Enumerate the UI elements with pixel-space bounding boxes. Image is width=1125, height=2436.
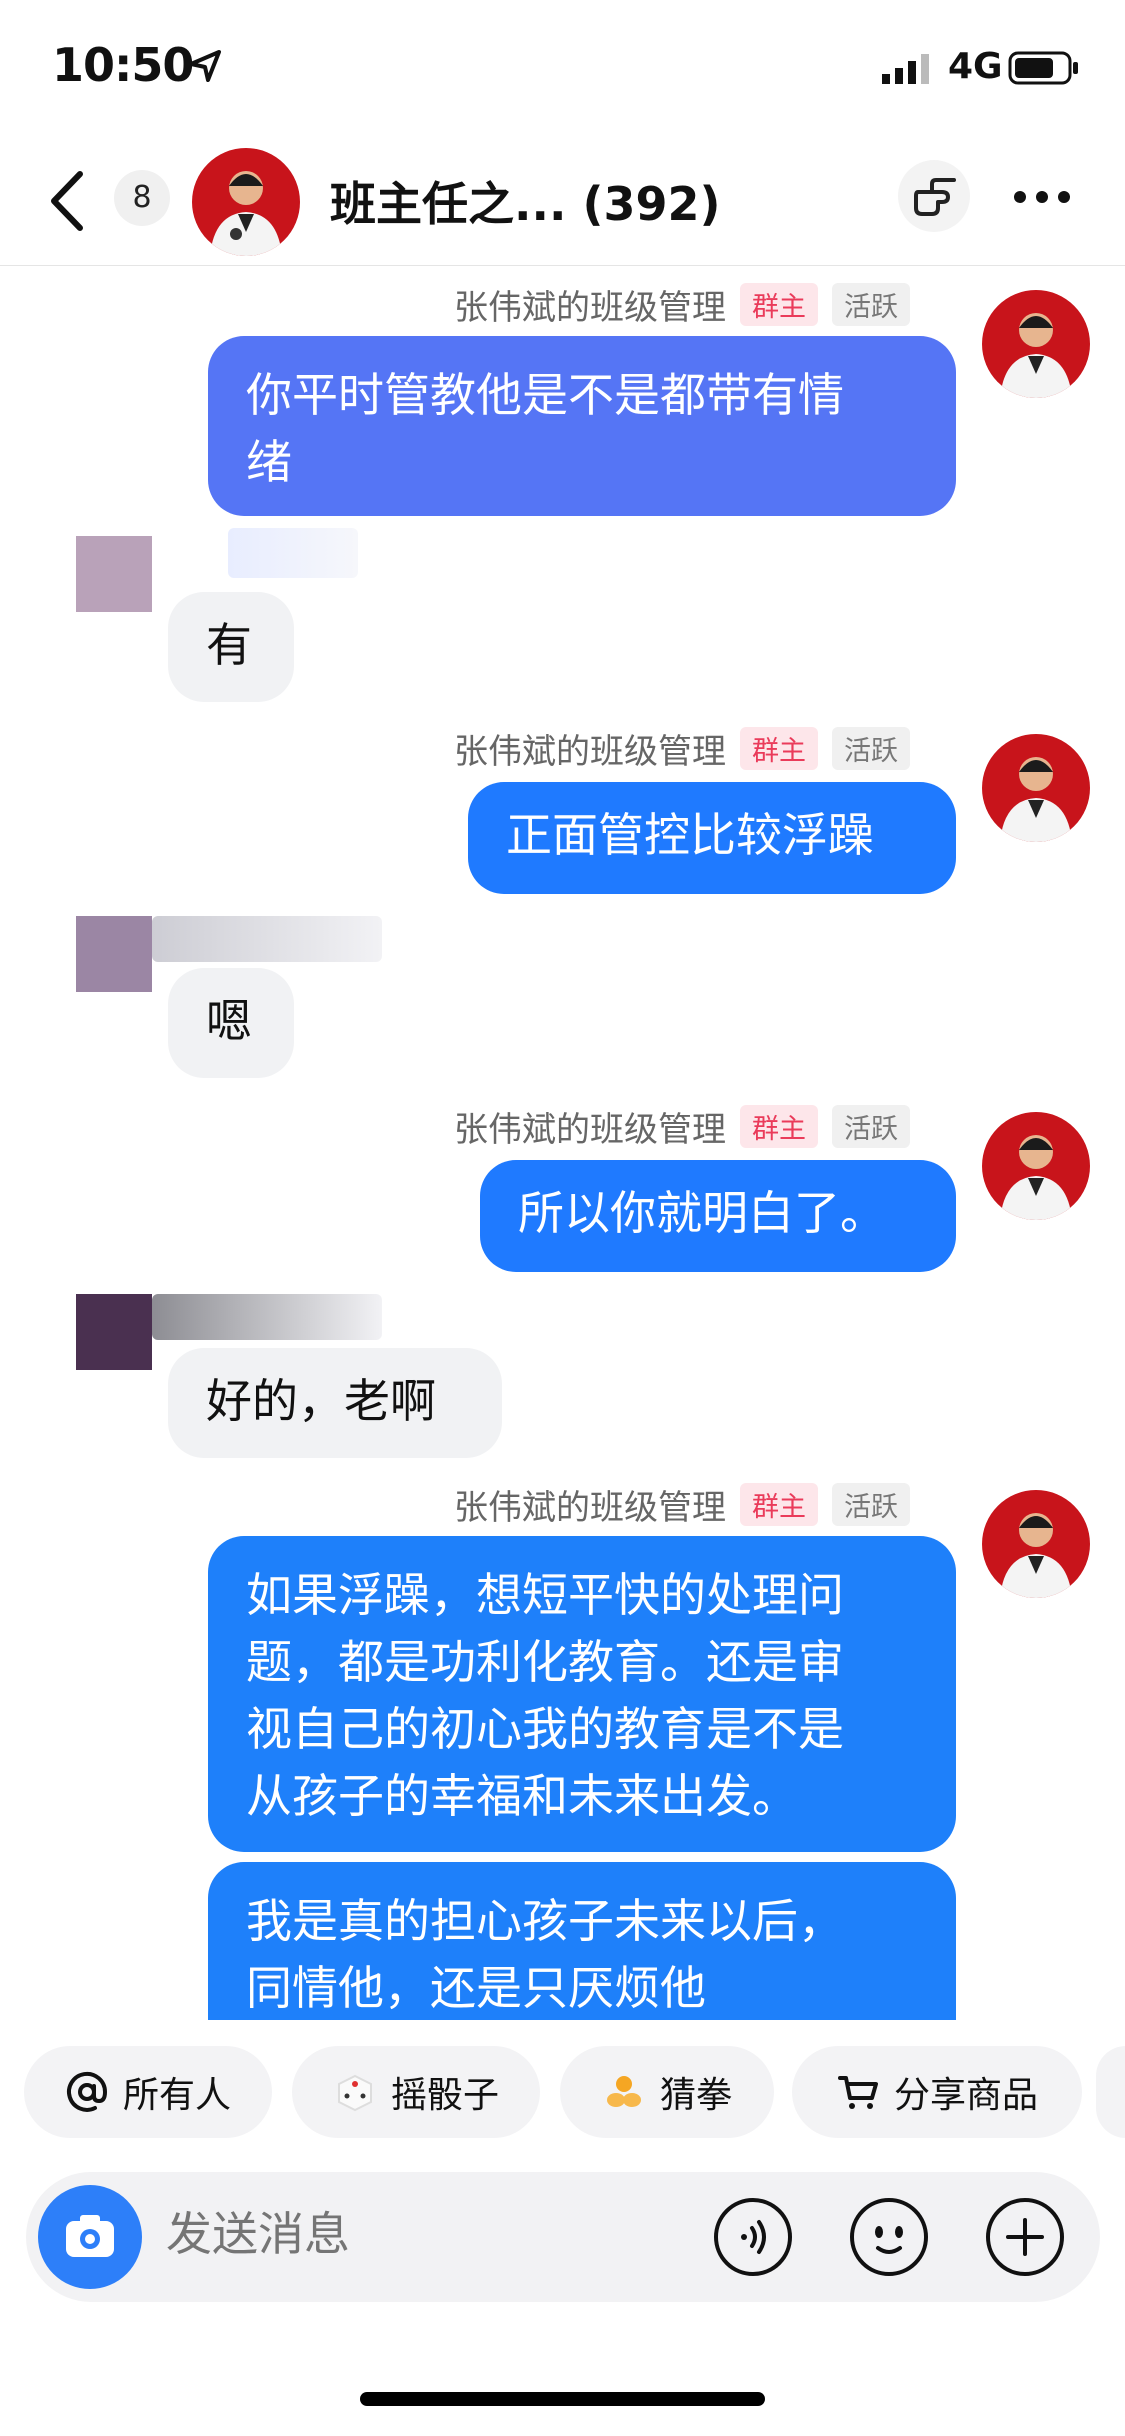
sender-avatar[interactable] [982,1490,1090,1598]
message-text: 嗯 [206,994,252,1048]
message-line: 如果浮躁，想短平快的处理问 [246,1568,844,1622]
message-text: 正面管控比较浮躁 [506,808,874,862]
avatar-photo-icon [982,290,1090,398]
sender-name: 张伟斌的班级管理 [454,1109,726,1150]
rock-paper-scissors-chip[interactable]: 猜拳 [560,2046,774,2138]
chip-label: 猜拳 [659,2075,732,2116]
message-line: 你平时管教他是不是都带有情 [246,368,844,422]
message-text: 好的，老啊 [206,1374,436,1428]
contact-avatar[interactable] [76,536,152,612]
fist-icon [606,2076,641,2107]
mention-all-chip[interactable]: 所有人 [24,2046,272,2138]
avatar-photo-icon [982,1490,1090,1598]
voice-button[interactable] [712,2196,794,2278]
sender-name: 张伟斌的班级管理 [454,731,726,772]
home-indicator [360,2392,765,2406]
message-input[interactable] [164,2206,688,2262]
cart-icon [837,2076,878,2109]
camera-button[interactable] [38,2185,142,2289]
chip-label: 分享商品 [893,2075,1038,2116]
emoji-button[interactable] [848,2196,930,2278]
owner-badge: 群主 [740,726,818,770]
sender-name: 张伟斌的班级管理 [454,287,726,328]
message-bubble[interactable]: 我是真的担心孩子未来以后， 同情他，还是只厌烦他 [208,1862,956,2020]
active-badge: 活跃 [832,282,910,326]
dice-chip[interactable]: 摇骰子 [292,2046,540,2138]
status-bar: 10:50 4G [0,0,1125,140]
chip-label: 摇骰子 [390,2075,499,2116]
message-bubble[interactable]: 有 [168,592,294,702]
owner-badge: 群主 [740,1482,818,1526]
avatar-photo-icon [192,148,300,256]
active-badge: 活跃 [832,1104,910,1148]
back-button[interactable] [44,166,92,236]
message-bubble[interactable]: 正面管控比较浮躁 [468,782,956,894]
pointing-hand-icon [914,178,956,216]
location-arrow-icon [189,50,221,82]
sender-avatar[interactable] [982,1112,1090,1220]
quick-action-bar: 所有人 摇骰子 猜拳 分享商品 [0,2040,1125,2140]
contact-name-blurred [152,916,382,962]
sender-name: 张伟斌的班级管理 [454,1487,726,1528]
network-type: 4G [948,46,1003,87]
contact-avatar[interactable] [76,916,152,992]
chat-header: 8 班主任之... (392) [0,140,1125,266]
message-text: 所以你就明白了。 [518,1186,886,1240]
raise-hand-button[interactable] [898,160,970,232]
chip-label: 所有人 [122,2075,231,2116]
message-text: 有 [206,618,252,672]
sender-row: 张伟斌的班级管理 群主 活跃 [454,282,910,328]
share-product-chip[interactable]: 分享商品 [792,2046,1082,2138]
more-options-button[interactable] [1012,182,1072,212]
message-line: 题，都是功利化教育。还是审 [246,1635,844,1689]
message-line: 从孩子的幸福和未来出发。 [246,1769,798,1823]
unread-count-badge[interactable]: 8 [114,170,170,226]
owner-badge: 群主 [740,282,818,326]
contact-avatar[interactable] [76,1294,152,1370]
message-bubble[interactable]: 你平时管教他是不是都带有情 绪 [208,336,956,516]
message-bubble[interactable]: 所以你就明白了。 [480,1160,956,1272]
message-list[interactable]: 张伟斌的班级管理 群主 活跃 你平时管教他是不是都带有情 绪 有 张伟斌的班级管… [0,266,1125,2020]
message-line: 绪 [246,435,292,489]
message-bubble[interactable]: 嗯 [168,968,294,1078]
sender-row: 张伟斌的班级管理 群主 活跃 [454,726,910,772]
sender-avatar[interactable] [982,734,1090,842]
battery-icon [1008,51,1078,85]
status-time: 10:50 [52,38,194,92]
message-input-bar [26,2172,1100,2302]
more-chip[interactable] [1096,2046,1125,2138]
message-bubble[interactable]: 好的，老啊 [168,1348,502,1458]
message-bubble[interactable]: 如果浮躁，想短平快的处理问 题，都是功利化教育。还是审 视自己的初心我的教育是不… [208,1536,956,1852]
message-line: 我是真的担心孩子未来以后， [246,1894,844,1948]
group-title[interactable]: 班主任之... (392) [330,168,721,234]
sender-row: 张伟斌的班级管理 群主 活跃 [454,1482,910,1528]
contact-name-blurred [228,528,358,578]
owner-badge: 群主 [740,1104,818,1148]
contact-name-blurred [152,1294,382,1340]
cellular-signal-icon [882,54,929,84]
sender-avatar[interactable] [982,290,1090,398]
message-line: 视自己的初心我的教育是不是 [246,1702,844,1756]
at-icon [67,2071,107,2112]
add-button[interactable] [984,2196,1066,2278]
avatar-photo-icon [982,1112,1090,1220]
active-badge: 活跃 [832,1482,910,1526]
group-avatar[interactable] [192,148,300,256]
avatar-photo-icon [982,734,1090,842]
camera-icon [66,2215,114,2257]
active-badge: 活跃 [832,726,910,770]
sender-row: 张伟斌的班级管理 群主 活跃 [454,1104,910,1150]
dice-icon [337,2074,372,2112]
message-line: 同情他，还是只厌烦他 [246,1961,706,2015]
